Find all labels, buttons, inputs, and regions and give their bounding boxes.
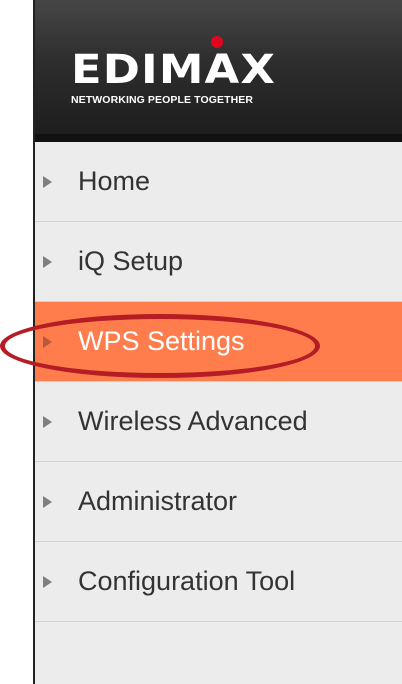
- triangle-right-icon: [43, 575, 52, 588]
- navigation-panel: EDIMAX NETWORKING PEOPLE TOGETHER Home i…: [33, 0, 402, 684]
- sidebar-item-wps-settings[interactable]: WPS Settings: [35, 302, 402, 382]
- sidebar-item-label: WPS Settings: [78, 326, 245, 356]
- logo-tagline: NETWORKING PEOPLE TOGETHER: [71, 94, 254, 106]
- triangle-right-icon: [43, 335, 52, 348]
- edimax-logo[interactable]: EDIMAX NETWORKING PEOPLE TOGETHER: [71, 36, 341, 116]
- sidebar-item-label: iQ Setup: [78, 246, 184, 276]
- logo-wordmark: EDIMAX: [71, 47, 276, 93]
- triangle-right-icon: [43, 415, 52, 428]
- sidebar-item-iq-setup[interactable]: iQ Setup: [35, 222, 402, 302]
- brand-header: EDIMAX NETWORKING PEOPLE TOGETHER: [35, 0, 402, 142]
- sidebar-menu: Home iQ Setup WPS Settings Wireless Adva…: [35, 142, 402, 622]
- logo-red-dot: [211, 36, 223, 48]
- sidebar-item-label: Configuration Tool: [78, 566, 296, 596]
- sidebar-item-administrator[interactable]: Administrator: [35, 462, 402, 542]
- sidebar-item-label: Wireless Advanced: [78, 406, 308, 436]
- sidebar-item-label: Home: [78, 166, 151, 196]
- triangle-right-icon: [43, 495, 52, 508]
- sidebar-item-label: Administrator: [78, 486, 238, 516]
- sidebar-item-configuration-tool[interactable]: Configuration Tool: [35, 542, 402, 622]
- sidebar-item-wireless-advanced[interactable]: Wireless Advanced: [35, 382, 402, 462]
- triangle-right-icon: [43, 175, 52, 188]
- triangle-right-icon: [43, 255, 52, 268]
- sidebar-item-home[interactable]: Home: [35, 142, 402, 222]
